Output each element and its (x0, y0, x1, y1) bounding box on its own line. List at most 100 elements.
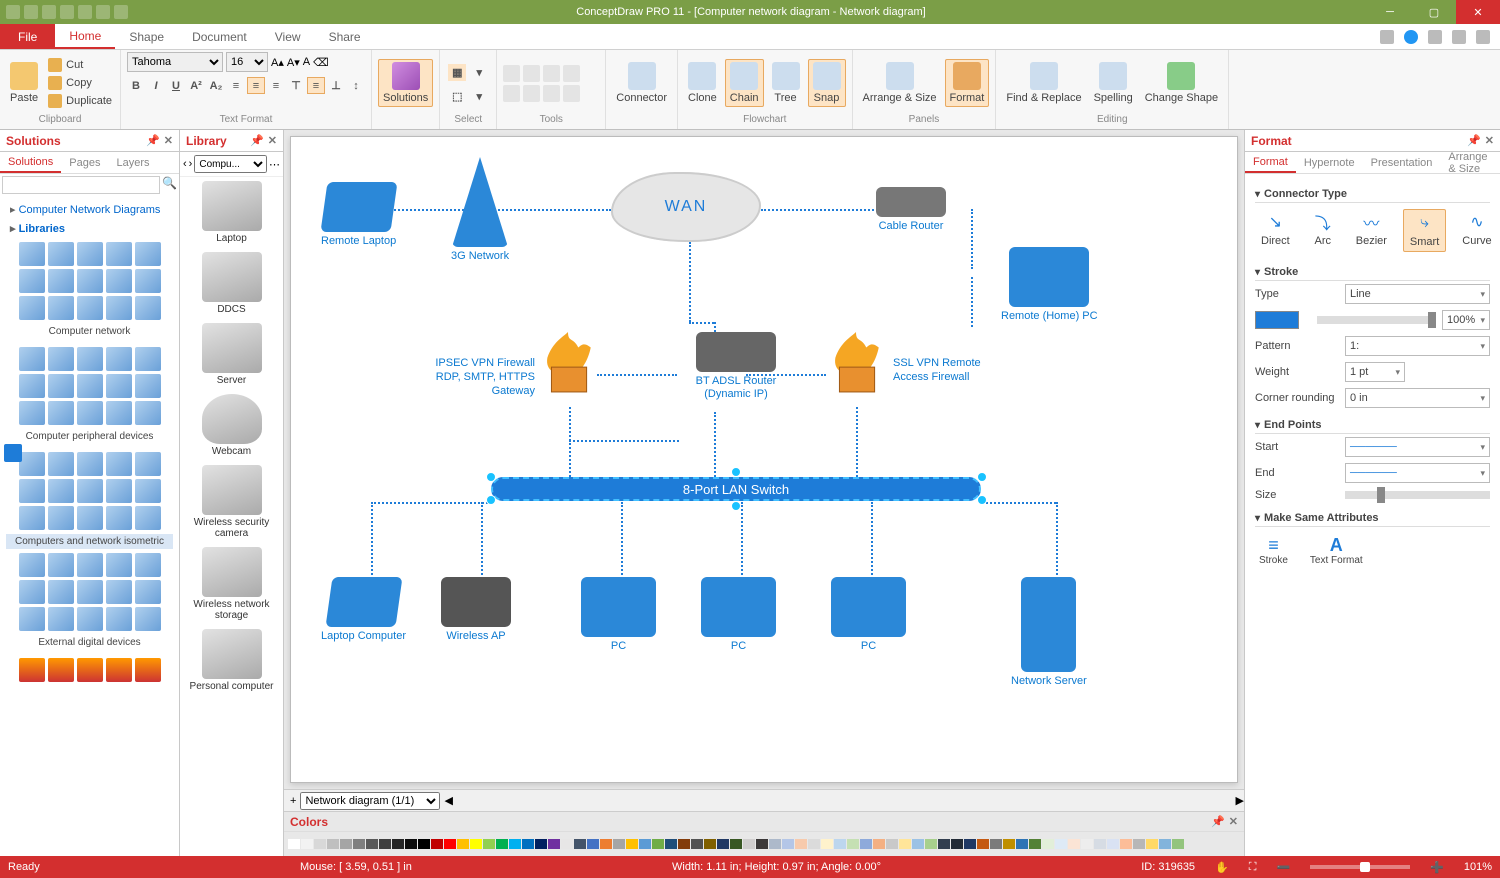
lib-thumb[interactable] (48, 452, 74, 476)
lib-thumb[interactable] (135, 553, 161, 577)
section-end-points[interactable]: End Points (1255, 419, 1490, 434)
qat-new-icon[interactable] (6, 5, 20, 19)
color-swatch[interactable] (925, 839, 937, 849)
lib-thumb[interactable] (135, 269, 161, 293)
lib-thumb[interactable] (48, 658, 74, 682)
align-top-button[interactable]: ⊤ (287, 77, 305, 94)
solutions-button[interactable]: Solutions (378, 59, 433, 107)
color-swatch[interactable] (613, 839, 625, 849)
color-swatch[interactable] (886, 839, 898, 849)
lib-thumb[interactable] (48, 580, 74, 604)
color-swatch[interactable] (782, 839, 794, 849)
lib-thumb[interactable] (77, 242, 103, 266)
change-shape-button[interactable]: Change Shape (1141, 60, 1222, 106)
lib-thumb[interactable] (106, 347, 132, 371)
selection-handle[interactable] (977, 495, 987, 505)
lib-thumb[interactable] (106, 479, 132, 503)
pencil-tool-icon[interactable] (563, 65, 580, 82)
ellipse-tool-icon[interactable] (503, 85, 520, 102)
window-icon[interactable] (1380, 30, 1394, 44)
color-swatch[interactable] (535, 839, 547, 849)
color-swatch[interactable] (1133, 839, 1145, 849)
shape-fill-icon[interactable]: ▦ (448, 64, 466, 81)
snap-button[interactable]: Snap (808, 59, 846, 107)
color-swatch[interactable] (665, 839, 677, 849)
color-swatch[interactable] (301, 839, 313, 849)
format-tab[interactable]: Format (1245, 152, 1296, 173)
solutions-tab[interactable]: Solutions (0, 152, 61, 173)
color-swatch[interactable] (522, 839, 534, 849)
subscript-button[interactable]: A₂ (207, 77, 225, 94)
solutions-search-input[interactable] (2, 176, 160, 194)
lib-personal-computer-icon[interactable] (202, 629, 262, 679)
ribbon-max-icon[interactable] (1476, 30, 1490, 44)
lib-thumb[interactable] (135, 374, 161, 398)
connector[interactable] (371, 502, 373, 582)
pin-icon[interactable]: 📌 (250, 134, 264, 147)
zoom-in-icon[interactable]: ➕ (1430, 861, 1444, 874)
start-select[interactable]: ────── (1345, 437, 1490, 457)
lib-wireless-storage-icon[interactable] (202, 547, 262, 597)
qat-preview-icon[interactable] (114, 5, 128, 19)
zoom-slider[interactable] (1310, 865, 1410, 869)
tab-scroll-left-icon[interactable]: ◀ (444, 794, 452, 807)
firewall-right-icon[interactable] (825, 332, 887, 394)
lib-thumb[interactable] (106, 401, 132, 425)
node-cable-router[interactable]: Cable Router (876, 187, 946, 233)
color-swatch[interactable] (457, 839, 469, 849)
pin-icon[interactable]: 📌 (1467, 134, 1481, 147)
color-swatch[interactable] (717, 839, 729, 849)
find-replace-button[interactable]: Find & Replace (1002, 60, 1085, 106)
tab-view[interactable]: View (261, 24, 315, 49)
zoom-out-icon[interactable]: ➖ (1276, 861, 1290, 874)
section-connector-type[interactable]: Connector Type (1255, 188, 1490, 203)
curve-tool-icon[interactable] (543, 85, 560, 102)
selection-handle[interactable] (731, 501, 741, 511)
color-swatch[interactable] (964, 839, 976, 849)
color-swatch[interactable] (470, 839, 482, 849)
lib-menu-icon[interactable]: ⋯ (269, 158, 280, 171)
color-swatch[interactable] (1029, 839, 1041, 849)
lib-thumb[interactable] (77, 269, 103, 293)
spelling-button[interactable]: Spelling (1090, 60, 1137, 106)
connector[interactable] (621, 502, 623, 582)
panel-close-icon[interactable]: ✕ (1485, 134, 1494, 147)
lib-thumb[interactable] (77, 553, 103, 577)
color-swatch[interactable] (1055, 839, 1067, 849)
color-swatch[interactable] (405, 839, 417, 849)
lib-thumb[interactable] (48, 401, 74, 425)
lib-thumb[interactable] (48, 506, 74, 530)
color-swatch[interactable] (1081, 839, 1093, 849)
conn-smart[interactable]: ⤷Smart (1403, 209, 1446, 252)
color-swatch[interactable] (509, 839, 521, 849)
lib-thumb[interactable] (135, 296, 161, 320)
lib-thumb[interactable] (77, 479, 103, 503)
align-bottom-button[interactable]: ⊥ (327, 77, 345, 94)
tree-button[interactable]: Tree (768, 60, 804, 106)
copy-button[interactable]: Copy (46, 75, 114, 91)
node-remote-pc[interactable]: Remote (Home) PC (1001, 247, 1098, 323)
tab-share[interactable]: Share (315, 24, 375, 49)
align-center-button[interactable]: ≡ (247, 77, 265, 94)
connector[interactable] (714, 412, 716, 477)
add-page-icon[interactable]: + (290, 795, 296, 807)
connector[interactable] (371, 502, 491, 504)
lib-ddcs-icon[interactable] (202, 252, 262, 302)
canvas[interactable]: WAN Remote Laptop 3G Network Cable Route… (290, 136, 1238, 783)
presentation-tab[interactable]: Presentation (1363, 152, 1441, 173)
clear-format-icon[interactable]: ⌫ (313, 56, 329, 69)
connector[interactable] (569, 440, 679, 442)
spline-tool-icon[interactable] (563, 85, 580, 102)
color-swatch[interactable] (587, 839, 599, 849)
color-swatch[interactable] (821, 839, 833, 849)
lib-thumb[interactable] (77, 506, 103, 530)
lib-thumb[interactable] (106, 374, 132, 398)
lib-thumb[interactable] (77, 452, 103, 476)
lib-thumb[interactable] (135, 242, 161, 266)
lib-thumb[interactable] (48, 553, 74, 577)
lib-thumb[interactable] (77, 580, 103, 604)
lib-thumb[interactable] (19, 506, 45, 530)
lib-thumb[interactable] (19, 452, 45, 476)
selection-handle[interactable] (731, 467, 741, 477)
lib-thumb[interactable] (106, 269, 132, 293)
